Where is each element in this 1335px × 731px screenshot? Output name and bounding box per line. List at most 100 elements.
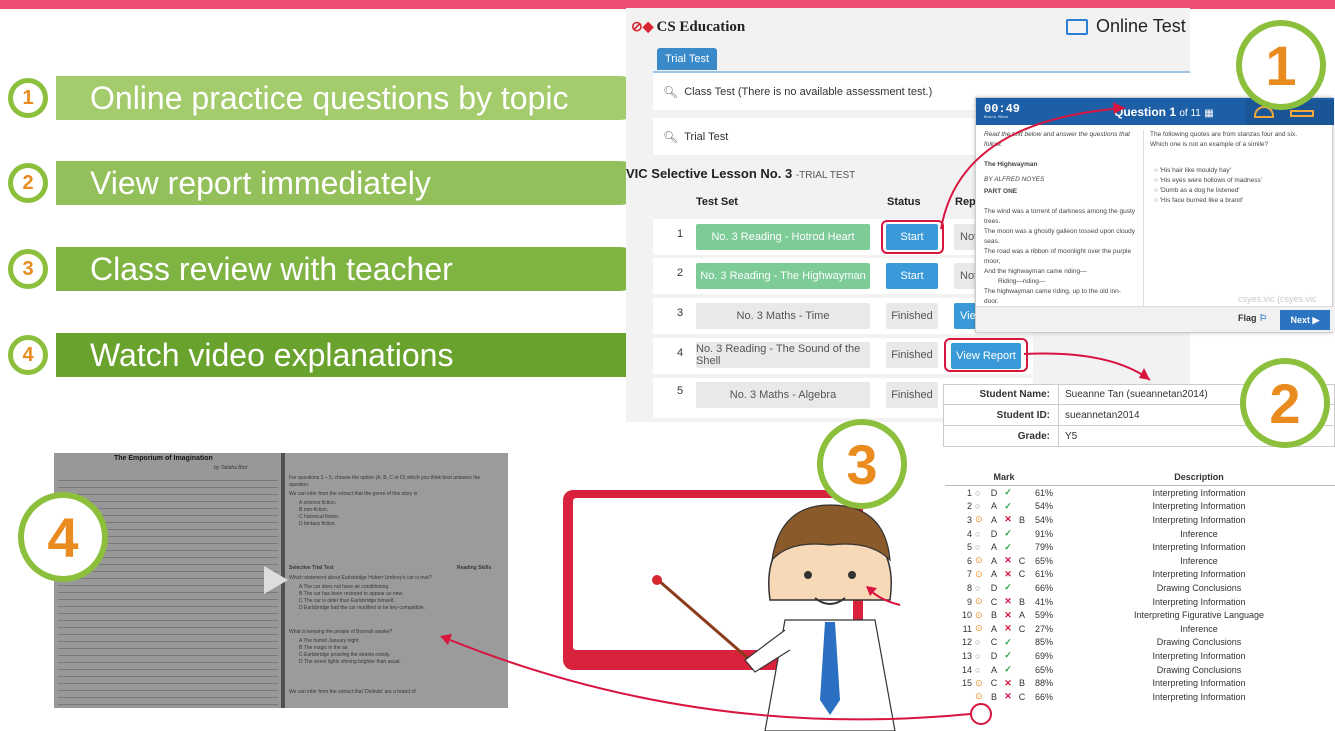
flag-icon: ⚐ [1259, 313, 1268, 323]
percent-correct: 66% [1035, 691, 1054, 702]
poem-title: The Highwayman [984, 161, 1038, 168]
skill-description: Interpreting Information [1152, 678, 1246, 689]
test-set-button[interactable]: No. 3 Maths - Time [696, 303, 870, 329]
student-answer: B [990, 610, 997, 621]
percent-correct: 66% [1035, 582, 1054, 593]
mark-row: 8 ○ D ✓ 66% Drawing Conclusions [945, 581, 1335, 595]
question-prompt: The following quotes are from stanzas fo… [1150, 130, 1330, 150]
result-icon: ✓ [1004, 500, 1012, 511]
test-set-button[interactable]: No. 3 Reading - The Sound of the Shell [696, 342, 870, 368]
feature-2-number: 2 [8, 163, 48, 203]
next-label: Next [1290, 315, 1311, 325]
row-number: 3 [677, 307, 684, 319]
student-id-key: Student ID: [944, 405, 1059, 425]
feature-2-label: View report immediately [56, 161, 642, 205]
correct-answer: C [1018, 691, 1026, 702]
test-set-button[interactable]: No. 3 Reading - The Highwayman [696, 263, 870, 289]
student-answer: A [990, 542, 997, 553]
status-icon: ○ [975, 501, 981, 512]
status-icon: ⊙ [975, 609, 983, 620]
status-icon: ○ [975, 650, 981, 661]
header-test-set: Test Set [696, 196, 738, 208]
play-icon: ▶ [1312, 314, 1320, 325]
test-set-button[interactable]: No. 3 Maths - Algebra [696, 382, 870, 408]
pin-4: 4 [18, 492, 108, 582]
prompt-line: The following quotes are from stanzas fo… [1150, 131, 1298, 138]
question-number: 5 [966, 542, 972, 553]
question-number: 12 [961, 637, 972, 648]
skill-description: Drawing Conclusions [1156, 582, 1242, 593]
percent-correct: 69% [1035, 650, 1054, 661]
answer-option[interactable]: ○ 'Dumb as a dog he listened' [1154, 186, 1324, 196]
answer-option[interactable]: ○ 'His eyes were hollows of madness' [1154, 176, 1324, 186]
whiteboard-screen [573, 498, 853, 650]
result-icon: ✕ [1004, 514, 1012, 525]
radio-icon[interactable]: ○ [1154, 167, 1158, 174]
mark-row: 4 ○ D ✓ 91% Inference [945, 527, 1335, 541]
result-icon: ✓ [1004, 582, 1012, 593]
pin-3-number: 3 [823, 425, 901, 503]
answer-option[interactable]: ○ 'His hair like mouldy hay' [1154, 166, 1324, 176]
result-icon: ✓ [1004, 528, 1012, 539]
mark-row: 3 ⊙ A ✕ B 54% Interpreting Information [945, 513, 1335, 527]
student-answer: A [990, 514, 997, 525]
question-number: 11 [962, 623, 972, 634]
skill-description: Interpreting Information [1152, 569, 1246, 580]
video-player[interactable]: The Emporium of Imagination by Tabitha B… [54, 453, 508, 708]
tab-trial-test[interactable]: Trial Test [657, 48, 718, 70]
correct-answer: B [1018, 678, 1025, 689]
status-icon: ○ [975, 637, 981, 648]
student-answer: C [990, 637, 998, 648]
percent-correct: 61% [1035, 487, 1054, 498]
radio-icon[interactable]: ○ [1154, 197, 1158, 204]
result-icon: ✓ [1004, 636, 1012, 647]
percent-correct: 65% [1035, 664, 1054, 675]
status-icon: ○ [975, 487, 981, 498]
start-button[interactable]: Start [886, 263, 938, 289]
question-number: 14 [961, 664, 972, 675]
pin-2-number: 2 [1246, 364, 1324, 442]
student-answer: C [990, 678, 998, 689]
mark-row: 15 ⊙ C ✕ B 88% Interpreting Information [945, 676, 1335, 690]
student-answer: D [990, 528, 998, 539]
result-icon: ✕ [1004, 568, 1012, 579]
percent-correct: 27% [1035, 623, 1054, 634]
mark-row: 5 ○ A ✓ 79% Interpreting Information [945, 540, 1335, 554]
trial-test-label: Trial Test [684, 130, 729, 143]
radio-icon[interactable]: ○ [1154, 177, 1158, 184]
class-test-label: Class Test (There is no available assess… [684, 85, 933, 98]
test-set-button[interactable]: No. 3 Reading - Hotrod Heart [696, 224, 870, 250]
student-answer: A [990, 569, 997, 580]
row-number: 1 [677, 228, 684, 240]
student-answer: A [990, 501, 997, 512]
play-icon[interactable] [264, 566, 288, 594]
question-total: of 11 [1179, 108, 1201, 119]
pin-1-number: 1 [1242, 26, 1320, 104]
row-number: 2 [677, 267, 684, 279]
question-number: 8 [966, 582, 972, 593]
radio-icon[interactable]: ○ [1154, 187, 1158, 194]
student-id-value: sueannetan2014 [1065, 409, 1140, 421]
search-icon: 🔍︎ [663, 129, 679, 144]
next-button[interactable]: Next ▶ [1280, 310, 1330, 330]
skill-description: Drawing Conclusions [1156, 637, 1242, 648]
online-test-label: Online Test [1096, 16, 1186, 36]
result-icon: ✕ [1004, 555, 1012, 566]
correct-answer: C [1018, 569, 1026, 580]
pin-2: 2 [1240, 358, 1330, 448]
pin-4-number: 4 [24, 498, 102, 576]
answer-option[interactable]: ○ 'His face burned like a brand' [1154, 196, 1324, 206]
answer-option-label: 'Dumb as a dog he listened' [1159, 187, 1240, 194]
student-answer: D [990, 487, 998, 498]
percent-correct: 79% [1035, 542, 1054, 553]
view-report-highlight [944, 338, 1028, 372]
grid-icon[interactable]: ▦ [1204, 108, 1213, 119]
passage-line: The moon was a ghostly galleon tossed up… [984, 228, 1136, 235]
status-icon: ⊙ [975, 677, 983, 688]
flag-label: Flag [1238, 313, 1257, 323]
mark-row: 12 ○ C ✓ 85% Drawing Conclusions [945, 636, 1335, 650]
flag-button[interactable]: Flag ⚐ [1238, 313, 1267, 324]
mark-row: 1 ○ D ✓ 61% Interpreting Information [945, 486, 1335, 500]
answer-option-label: 'His eyes were hollows of madness' [1159, 177, 1262, 184]
ruler-icon[interactable] [1290, 110, 1314, 117]
